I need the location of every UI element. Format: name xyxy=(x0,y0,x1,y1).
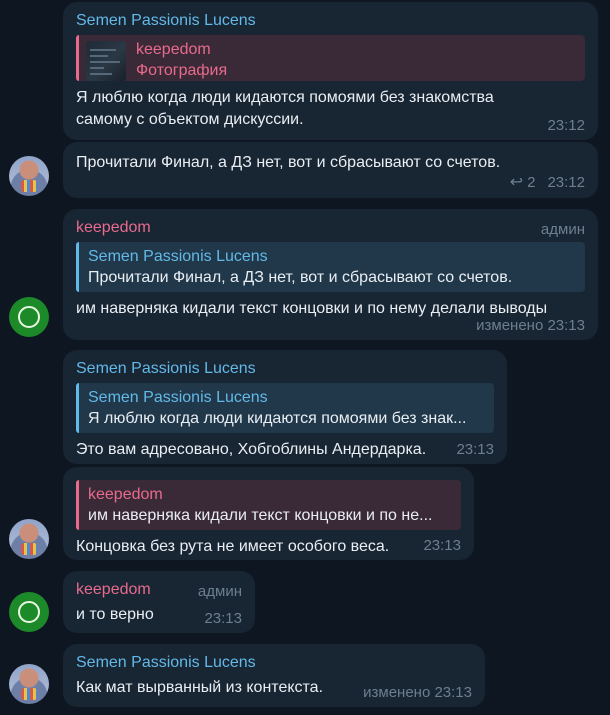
message-time: 23:13 xyxy=(204,610,242,627)
message-time: изменено 23:13 xyxy=(363,684,472,701)
message-bubble[interactable]: Semen Passionis Lucens keepedom Фотограф… xyxy=(63,2,598,140)
reply-preview[interactable]: keepedom им наверняка кидали текст концо… xyxy=(76,480,461,530)
message-meta: изменено 23:13 xyxy=(363,684,472,701)
reply-text: Фотография xyxy=(136,62,228,79)
sender-name[interactable]: Semen Passionis Lucens xyxy=(76,359,494,379)
message-bubble[interactable]: Прочитали Финал, а ДЗ нет, вот и сбрасыв… xyxy=(63,142,598,198)
message-time: 23:12 xyxy=(547,173,585,191)
sender-name[interactable]: Semen Passionis Lucens xyxy=(76,653,472,673)
message-bubble[interactable]: keepedom им наверняка кидали текст концо… xyxy=(63,467,474,560)
message-meta: 23:12 xyxy=(547,117,585,134)
avatar[interactable] xyxy=(9,592,49,632)
message-meta: изменено 23:13 xyxy=(476,317,585,334)
admin-badge: админ xyxy=(540,221,585,238)
message-time: 23:13 xyxy=(423,537,461,554)
avatar[interactable] xyxy=(9,664,49,704)
message-meta: ↩ 2 23:12 xyxy=(510,172,585,192)
reply-preview[interactable]: keepedom Фотография xyxy=(76,35,585,81)
sender-name[interactable]: keepedom xyxy=(76,218,585,238)
reply-sender: keepedom xyxy=(88,486,163,503)
message-text: Концовка без рута не имеет особого веса. xyxy=(76,538,390,555)
reply-arrow-icon[interactable]: ↩ xyxy=(510,172,523,192)
message-time: изменено 23:13 xyxy=(476,317,585,334)
message-text: Я люблю когда люди кидаются помоями без … xyxy=(76,89,494,128)
message-meta: 23:13 xyxy=(456,441,494,458)
replies-count[interactable]: 2 xyxy=(527,174,535,191)
message-text: Прочитали Финал, а ДЗ нет, вот и сбрасыв… xyxy=(76,154,501,171)
message-bubble[interactable]: keepedom админ Semen Passionis Lucens Пр… xyxy=(63,209,598,340)
message-bubble[interactable]: Semen Passionis Lucens Как мат вырванный… xyxy=(63,644,485,707)
reply-text: им наверняка кидали текст концовки и по … xyxy=(88,507,433,524)
reply-preview[interactable]: Semen Passionis Lucens Прочитали Финал, … xyxy=(76,242,585,292)
admin-badge: админ xyxy=(197,583,242,600)
message-text: Это вам адресовано, Хобгоблины Андердарк… xyxy=(76,441,427,458)
message-meta: 23:13 xyxy=(423,537,461,554)
reply-text: Прочитали Финал, а ДЗ нет, вот и сбрасыв… xyxy=(88,269,513,286)
message-time: 23:12 xyxy=(547,117,585,134)
avatar[interactable] xyxy=(9,519,49,559)
sender-name[interactable]: Semen Passionis Lucens xyxy=(76,11,585,31)
avatar[interactable] xyxy=(9,156,49,196)
reply-sender: Semen Passionis Lucens xyxy=(88,248,268,265)
message-meta: 23:13 xyxy=(204,610,242,627)
photo-thumbnail xyxy=(86,41,126,81)
message-bubble[interactable]: Semen Passionis Lucens Semen Passionis L… xyxy=(63,350,507,464)
message-bubble[interactable]: keepedom админ и то верно 23:13 xyxy=(63,571,255,633)
reply-sender: Semen Passionis Lucens xyxy=(88,389,268,406)
reply-sender: keepedom xyxy=(136,41,211,58)
reply-text: Я люблю когда люди кидаются помоями без … xyxy=(88,410,467,427)
message-time: 23:13 xyxy=(456,441,494,458)
avatar[interactable] xyxy=(9,297,49,337)
reply-preview[interactable]: Semen Passionis Lucens Я люблю когда люд… xyxy=(76,383,494,433)
